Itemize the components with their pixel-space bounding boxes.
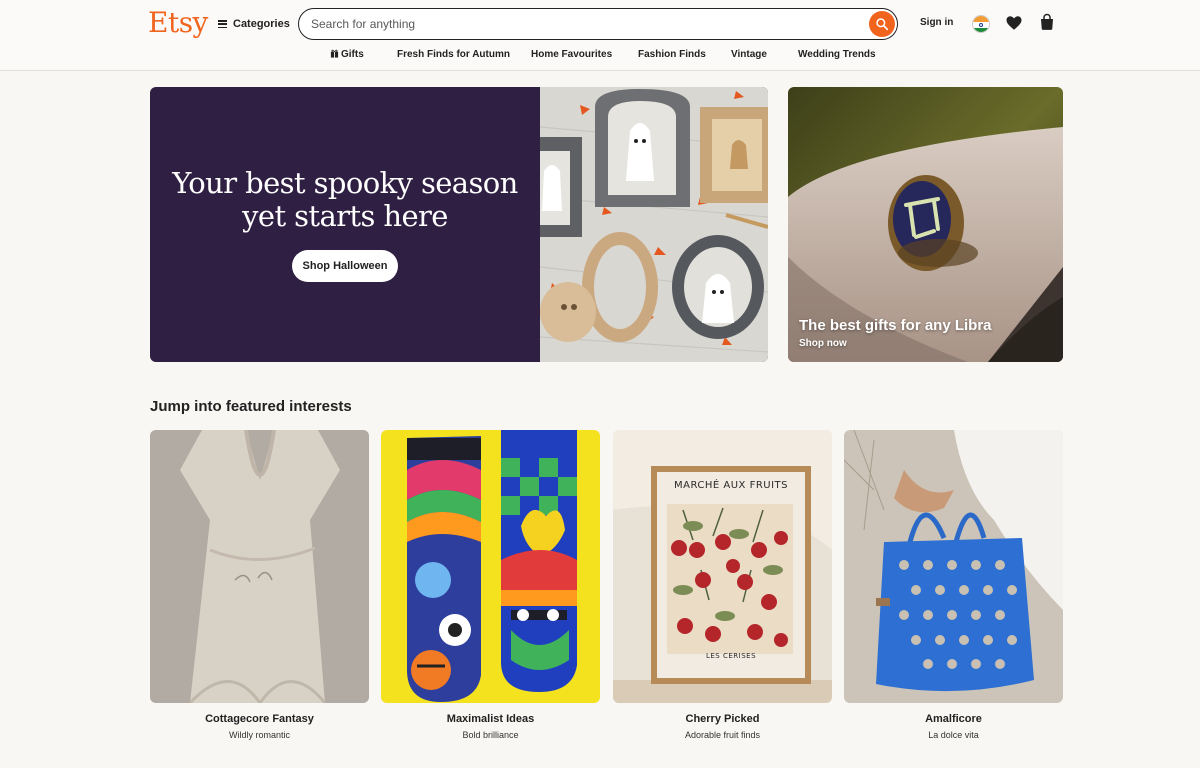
- search-icon: [876, 18, 889, 31]
- search-input[interactable]: [311, 15, 851, 33]
- halloween-hero-banner[interactable]: Your best spooky season yet starts here …: [150, 87, 768, 362]
- libra-promo-card[interactable]: The best gifts for any Libra Shop now: [788, 87, 1063, 362]
- site-header: Etsy Categories Sign in Gifts Fresh Find…: [0, 0, 1200, 71]
- menu-icon: [218, 20, 227, 28]
- categories-button[interactable]: Categories: [218, 13, 290, 35]
- poster-title: MARCHÉ AUX FRUITS: [673, 480, 789, 491]
- card-title: Cherry Picked: [685, 713, 760, 725]
- nav-item-vintage[interactable]: Vintage: [731, 49, 767, 60]
- featured-section-title: Jump into featured interests: [150, 398, 352, 415]
- sign-in-link[interactable]: Sign in: [920, 17, 953, 28]
- search-bar: [298, 8, 898, 40]
- card-subtitle: La dolce vita: [928, 730, 979, 740]
- categories-label: Categories: [233, 18, 290, 30]
- poster-subtitle: LES CERISES: [705, 652, 757, 660]
- hero-title: Your best spooky season yet starts here: [172, 166, 518, 233]
- featured-card-amalficore[interactable]: Amalficore La dolce vita: [844, 430, 1063, 740]
- featured-card-cottagecore[interactable]: Cottagecore Fantasy Wildly romantic: [150, 430, 369, 740]
- nav-item-fashion-finds[interactable]: Fashion Finds: [638, 49, 706, 60]
- maximalist-socks-image: [381, 430, 600, 703]
- etsy-logo[interactable]: Etsy: [148, 6, 208, 39]
- heart-icon[interactable]: [1005, 14, 1023, 32]
- nav-item-fresh-finds[interactable]: Fresh Finds for Autumn: [397, 49, 510, 60]
- shop-halloween-button[interactable]: Shop Halloween: [292, 250, 398, 282]
- amalficore-bag-image: [844, 430, 1063, 703]
- card-subtitle: Adorable fruit finds: [684, 730, 761, 740]
- search-button[interactable]: [869, 11, 895, 37]
- libra-promo-title: The best gifts for any Libra: [799, 317, 992, 334]
- cottagecore-dress-image: [150, 430, 369, 703]
- nav-item-home-favourites[interactable]: Home Favourites: [531, 49, 612, 60]
- nav-item-wedding-trends[interactable]: Wedding Trends: [798, 49, 876, 60]
- cart-icon[interactable]: [1038, 13, 1056, 31]
- featured-card-cherry[interactable]: MARCHÉ AUX FRUITS LES CERISES Cherry Pic…: [613, 430, 832, 740]
- card-title: Amalficore: [925, 713, 982, 725]
- cherry-poster-image: [613, 430, 832, 703]
- india-flag-icon[interactable]: [972, 15, 990, 33]
- nav-item-gifts[interactable]: Gifts: [330, 49, 364, 60]
- libra-promo-link[interactable]: Shop now: [799, 338, 847, 349]
- category-nav: Gifts Fresh Finds for Autumn Home Favour…: [0, 48, 1200, 64]
- card-subtitle: Wildly romantic: [228, 730, 290, 740]
- halloween-frames-image: [540, 87, 768, 362]
- card-title: Cottagecore Fantasy: [205, 713, 314, 725]
- card-subtitle: Bold brilliance: [462, 730, 519, 740]
- gift-icon: [330, 49, 339, 58]
- card-title: Maximalist Ideas: [446, 713, 535, 725]
- featured-card-maximalist[interactable]: Maximalist Ideas Bold brilliance: [381, 430, 600, 740]
